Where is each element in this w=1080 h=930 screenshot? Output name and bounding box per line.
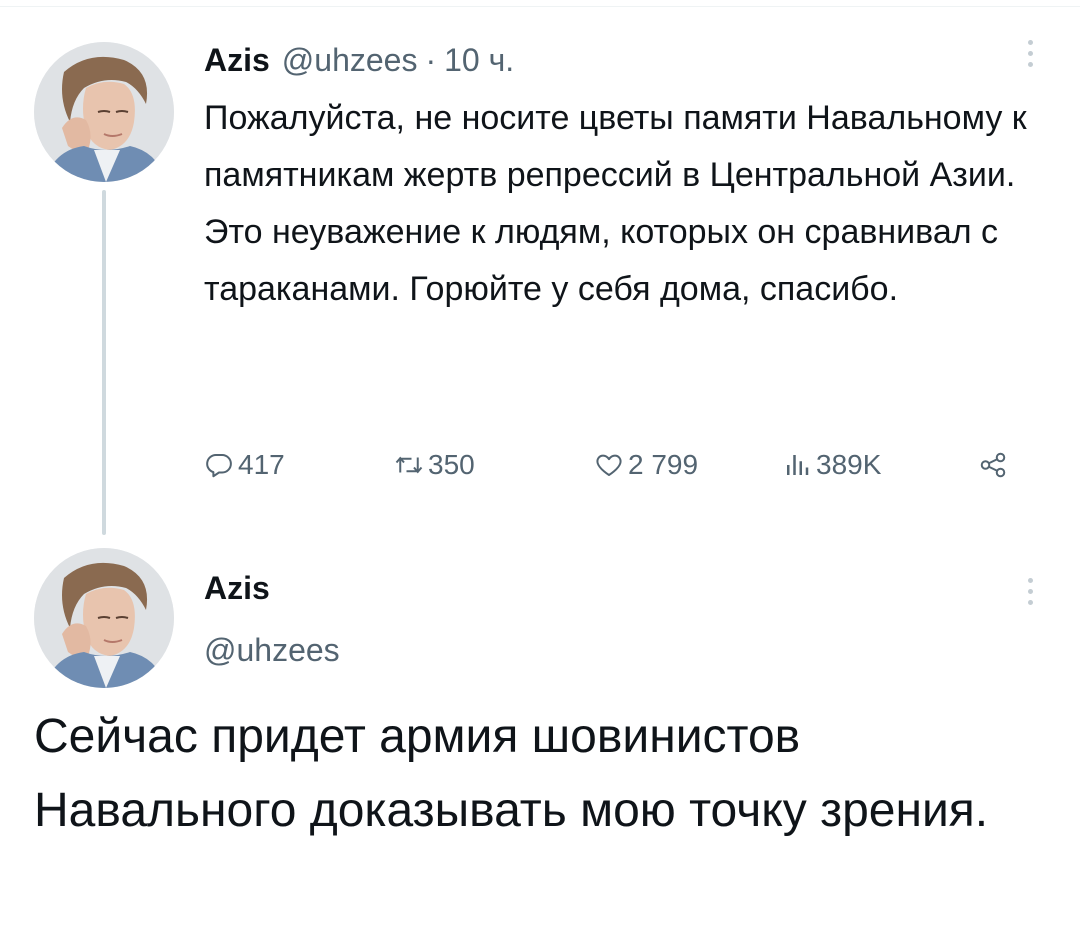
tweet-actions: 417 350 2 799 389K: [204, 440, 1020, 490]
share-icon: [980, 452, 1006, 478]
separator-dot: ·: [425, 41, 437, 78]
views-button[interactable]: 389K: [782, 440, 881, 490]
handle[interactable]: @uhzees: [204, 632, 340, 669]
retweet-button[interactable]: 350: [394, 440, 475, 490]
tweet-text: Пожалуйста, не носите цветы памяти Навал…: [204, 99, 1027, 308]
profile-photo: [34, 548, 174, 688]
avatar[interactable]: [34, 42, 174, 182]
timestamp[interactable]: 10 ч.: [444, 42, 514, 79]
tweet-text: Сейчас придет армия шовинистов Навальног…: [34, 710, 989, 837]
views-chart-icon: [787, 455, 809, 475]
reply-icon: [206, 454, 232, 478]
avatar[interactable]: [34, 548, 174, 688]
display-name[interactable]: Azis: [204, 42, 270, 79]
retweet-icon: [395, 456, 423, 474]
share-button[interactable]: [978, 440, 1008, 490]
handle[interactable]: @uhzees: [282, 42, 418, 79]
retweet-count: 350: [428, 449, 475, 480]
like-count: 2 799: [628, 449, 699, 480]
tweet-header: Azis @uhzees · 10 ч.: [204, 38, 514, 82]
reply-count: 417: [238, 449, 285, 480]
reply-button[interactable]: 417: [204, 440, 285, 490]
top-divider: [0, 6, 1080, 7]
like-button[interactable]: 2 799: [594, 440, 698, 490]
display-name[interactable]: Azis: [204, 570, 270, 607]
heart-icon: [596, 454, 622, 476]
views-count: 389K: [816, 449, 882, 480]
thread-line: [102, 190, 106, 535]
more-vertical-icon[interactable]: [1020, 578, 1040, 605]
profile-photo: [34, 42, 174, 182]
more-vertical-icon[interactable]: [1020, 40, 1040, 67]
